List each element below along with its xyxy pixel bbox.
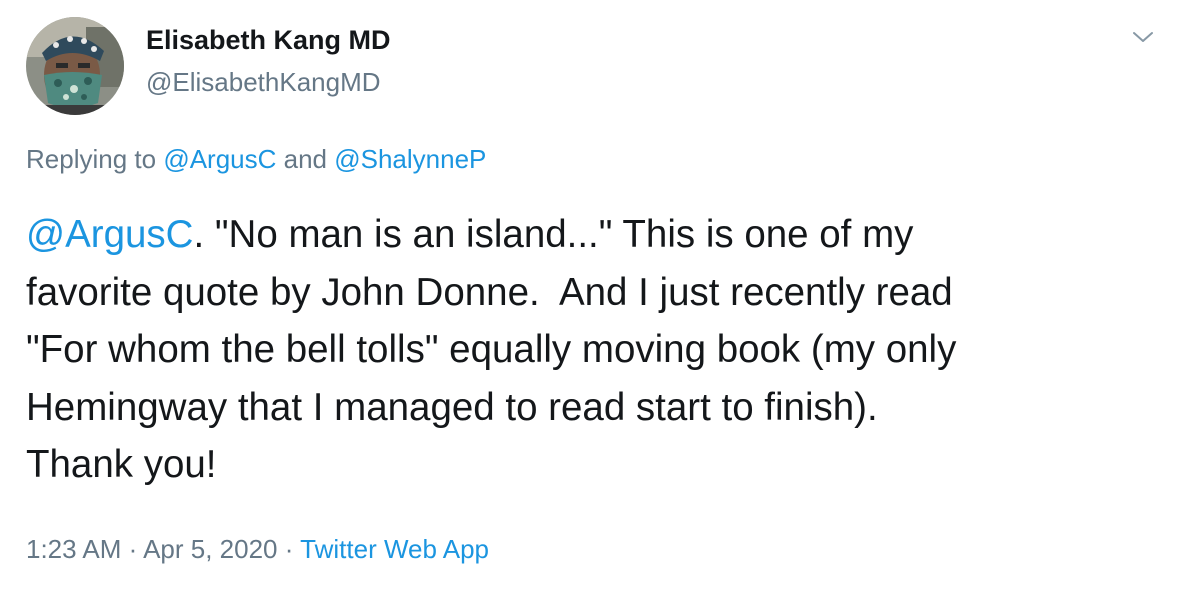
replying-to: Replying to @ArgusC and @ShalynneP [26,144,486,175]
author-handle[interactable]: @ElisabethKangMD [146,67,381,98]
reply-user-link[interactable]: @ArgusC [163,144,276,174]
tweet-text: @ArgusC. "No man is an island..." This i… [26,206,1146,494]
tweet-meta: 1:23 AM · Apr 5, 2020 · Twitter Web App [26,534,489,565]
mention-link[interactable]: @ArgusC [26,213,193,256]
avatar[interactable] [26,17,124,115]
meta-separator: · [121,534,144,564]
chevron-down-icon[interactable] [1128,22,1158,52]
profile-photo-icon [26,17,124,115]
replying-prefix: Replying to [26,144,164,174]
tweet-time[interactable]: 1:23 AM [26,534,121,564]
author-name[interactable]: Elisabeth Kang MD [146,25,391,56]
reply-conjunction: and [276,144,335,174]
tweet-date[interactable]: Apr 5, 2020 [143,534,277,564]
tweet-card: Elisabeth Kang MD @ElisabethKangMD Reply… [0,0,1184,600]
tweet-source-link[interactable]: Twitter Web App [300,534,489,564]
reply-user-link[interactable]: @ShalynneP [334,144,486,174]
meta-separator: · [277,534,301,564]
